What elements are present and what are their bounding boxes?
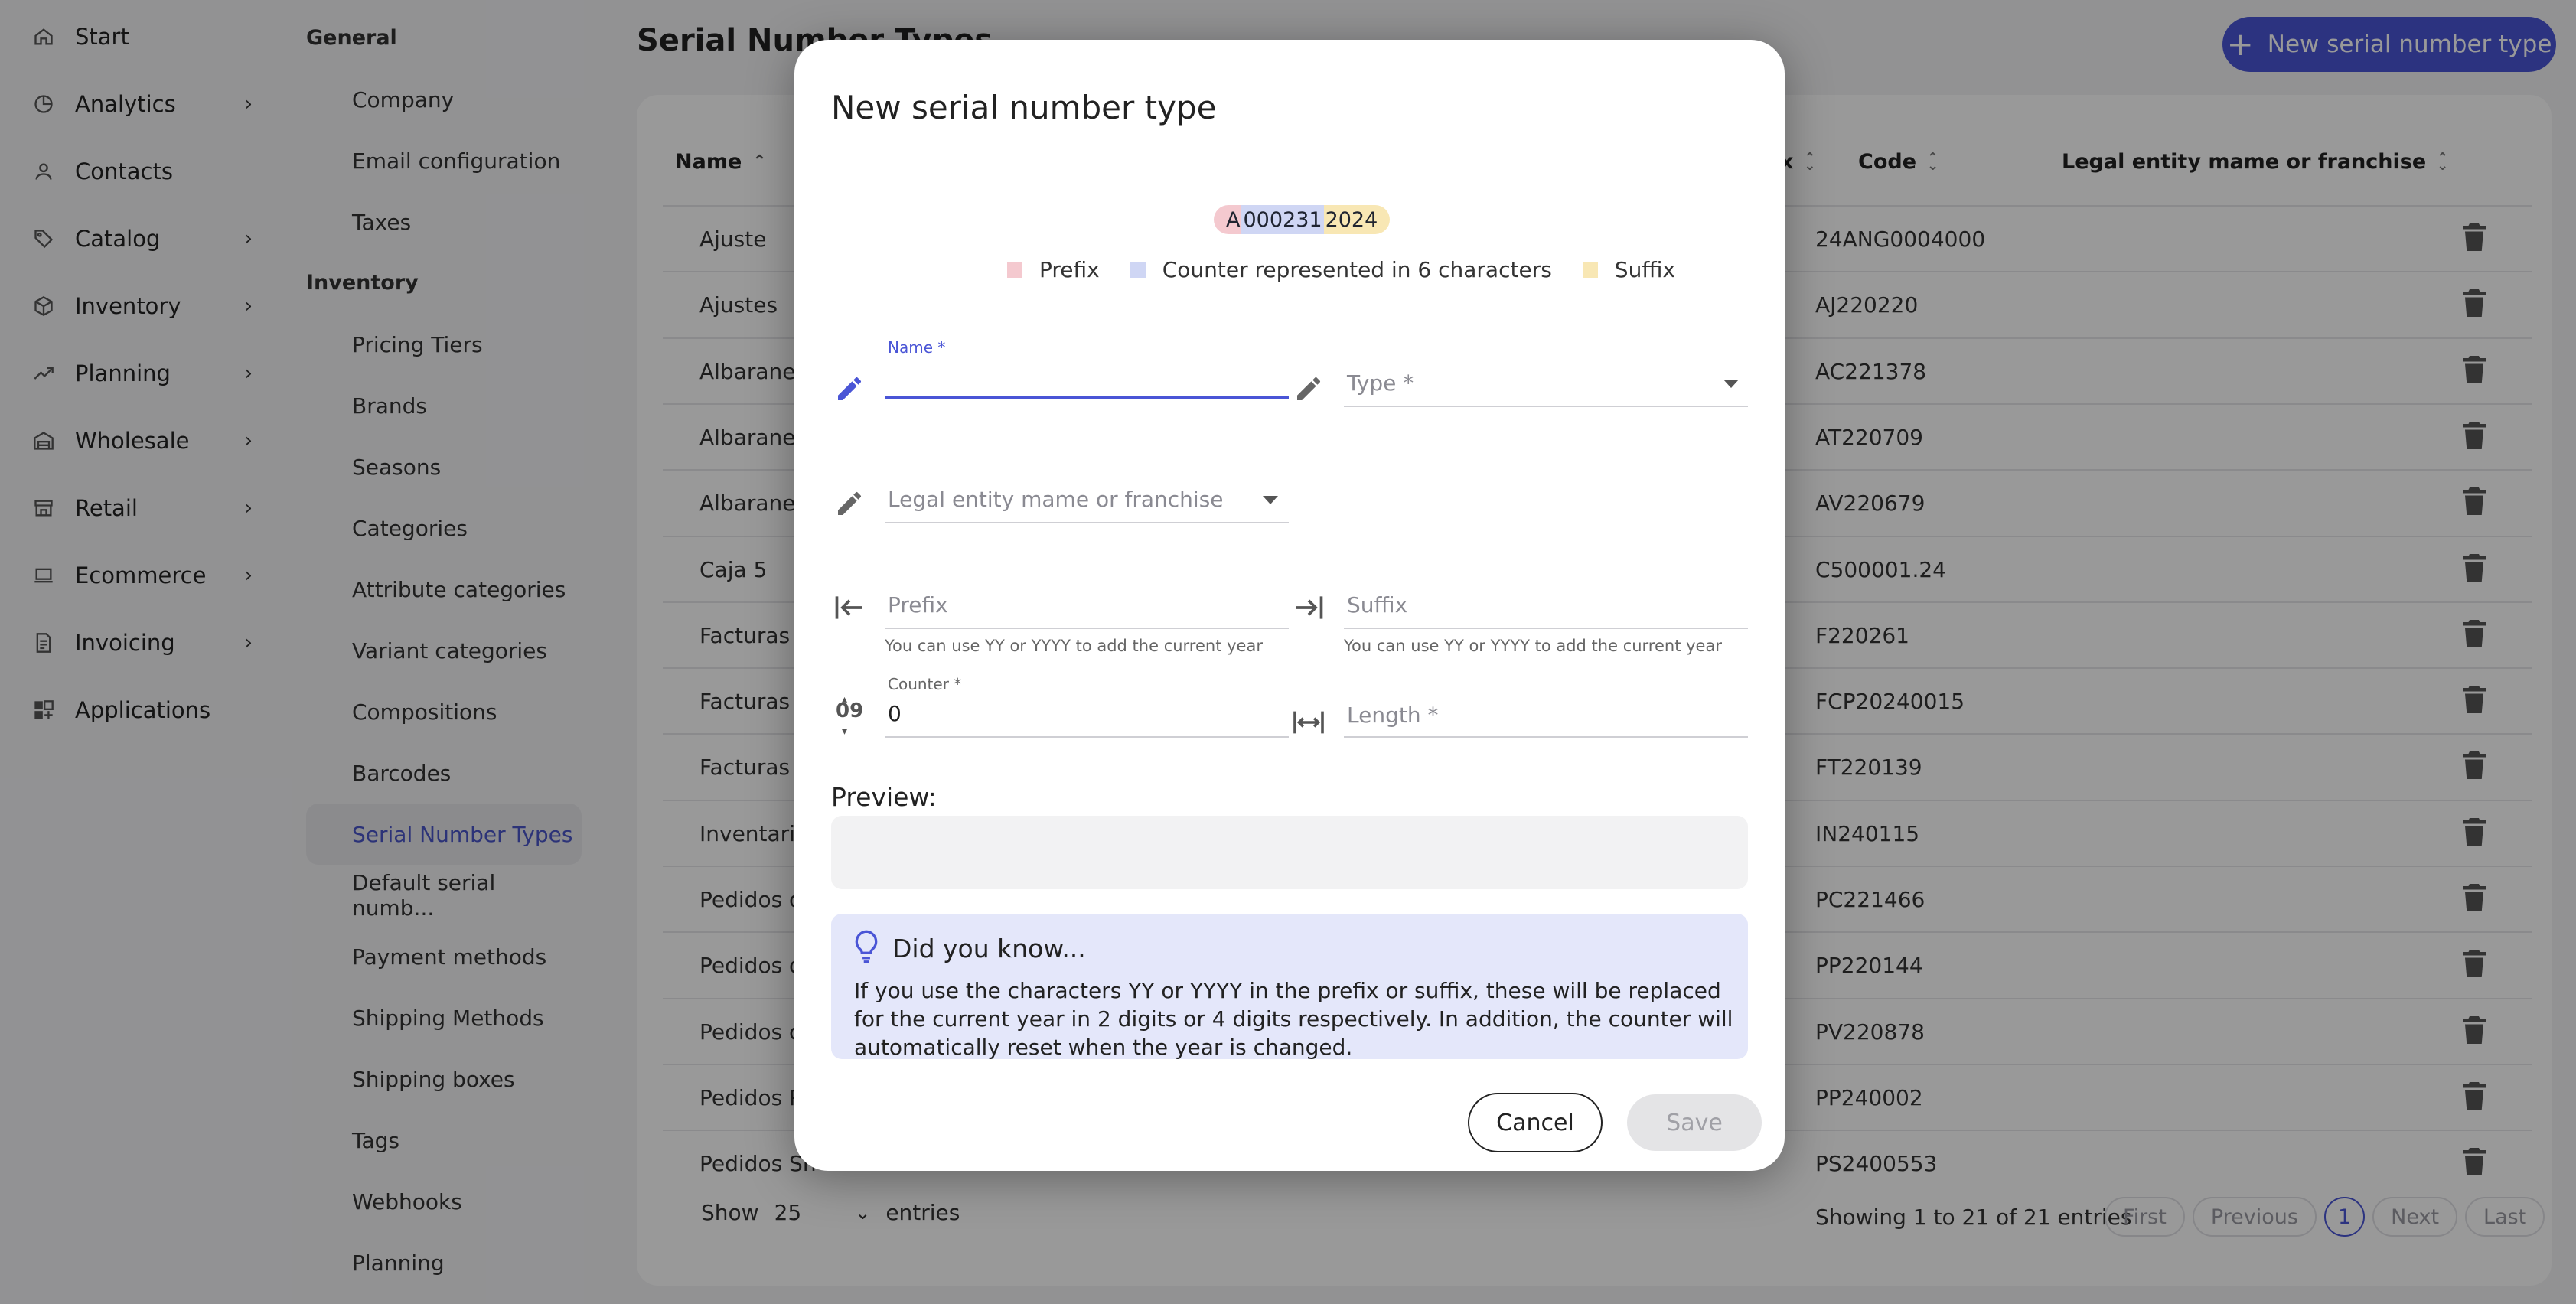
legal-entity-underline — [885, 522, 1289, 523]
dropdown-arrow-icon — [1263, 496, 1278, 504]
counter-swatch — [1130, 262, 1146, 278]
name-underline — [885, 396, 1289, 399]
serial-legend: Prefix Counter represented in 6 characte… — [984, 257, 1675, 282]
counter-up-icon: ▴ — [842, 693, 848, 706]
length-underline — [1344, 736, 1748, 738]
length-field[interactable]: Length * — [1344, 699, 1748, 739]
serial-example-pill: A 000231 2024 — [1214, 205, 1391, 234]
pencil-icon — [1293, 373, 1324, 407]
new-serial-number-type-dialog: New serial number type A 000231 2024 Pre… — [794, 40, 1785, 1171]
lightbulb-icon — [851, 929, 882, 967]
suffix-underline — [1344, 628, 1748, 629]
counter-field[interactable]: Counter * 0 — [885, 675, 1289, 739]
prefix-field[interactable]: Prefix You can use YY or YYYY to add the… — [885, 589, 1289, 666]
tip-title: Did you know... — [892, 934, 1086, 963]
suffix-help-text: You can use YY or YYYY to add the curren… — [1344, 637, 1722, 655]
app-root: Start Analytics › Contacts Catalog › Inv… — [0, 0, 2576, 1304]
name-label: Name * — [888, 338, 946, 357]
dropdown-arrow-icon — [1723, 380, 1739, 388]
prefix-underline — [885, 628, 1289, 629]
pencil-icon — [834, 488, 865, 522]
dialog-title: New serial number type — [831, 89, 1217, 126]
length-placeholder: Length * — [1347, 703, 1439, 728]
legend-counter: Counter represented in 6 characters — [1162, 257, 1552, 282]
preview-box — [831, 816, 1748, 889]
counter-down-icon: ▾ — [842, 725, 848, 738]
legend-suffix: Suffix — [1614, 257, 1675, 282]
preview-label: Preview: — [831, 782, 937, 812]
prefix-help-text: You can use YY or YYYY to add the curren… — [885, 637, 1263, 655]
did-you-know-tip: Did you know... If you use the character… — [831, 914, 1748, 1060]
width-arrows-icon — [1292, 709, 1325, 739]
align-left-arrow-icon — [833, 591, 866, 628]
cancel-button[interactable]: Cancel — [1468, 1093, 1603, 1152]
example-suffix: 2024 — [1323, 205, 1391, 234]
prefix-swatch — [1007, 262, 1022, 278]
suffix-field[interactable]: Suffix You can use YY or YYYY to add the… — [1344, 589, 1748, 666]
align-right-arrow-icon — [1292, 591, 1325, 628]
suffix-swatch — [1582, 262, 1598, 278]
example-counter: 000231 — [1241, 205, 1324, 234]
counter-label: Counter * — [888, 675, 962, 693]
legend-prefix: Prefix — [1039, 257, 1100, 282]
example-prefix: A — [1214, 205, 1242, 234]
counter-underline — [885, 736, 1289, 738]
tip-text: If you use the characters YY or YYYY in … — [854, 978, 1733, 1060]
legal-entity-placeholder: Legal entity mame or franchise — [888, 487, 1224, 512]
type-underline — [1344, 406, 1748, 407]
pencil-icon — [834, 373, 865, 407]
counter-icon: 09 — [836, 699, 864, 722]
prefix-placeholder: Prefix — [888, 592, 948, 618]
type-placeholder: Type * — [1347, 370, 1414, 396]
save-button[interactable]: Save — [1627, 1094, 1762, 1151]
suffix-placeholder: Suffix — [1347, 592, 1408, 618]
type-select[interactable]: Type * — [1344, 367, 1748, 407]
counter-input[interactable]: 0 — [888, 701, 902, 726]
name-field[interactable]: Name * — [885, 338, 1289, 401]
legal-entity-select[interactable]: Legal entity mame or franchise — [885, 484, 1289, 523]
